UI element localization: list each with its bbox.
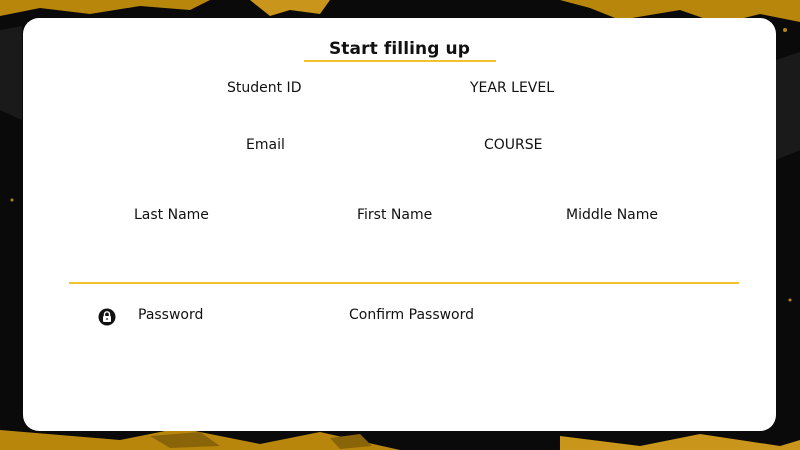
confirm-password-field: Confirm Password — [349, 303, 509, 345]
form-title: Start filling up — [328, 39, 471, 59]
lock-icon — [98, 308, 116, 326]
year-level-field: YEAR LEVEL — [470, 76, 630, 118]
first-name-input[interactable] — [357, 225, 517, 245]
email-field: Email — [246, 133, 406, 175]
student-id-input[interactable] — [227, 98, 387, 118]
password-input[interactable] — [138, 325, 298, 345]
course-field: COURSE — [484, 133, 644, 175]
course-input[interactable] — [484, 155, 644, 175]
first-name-field: First Name — [357, 203, 517, 245]
last-name-input[interactable] — [134, 225, 294, 245]
email-label: Email — [246, 137, 285, 153]
confirm-password-input[interactable] — [349, 325, 509, 345]
password-label: Password — [138, 307, 204, 323]
last-name-field: Last Name — [134, 203, 294, 245]
year-level-label: YEAR LEVEL — [470, 80, 555, 96]
course-label: COURSE — [484, 137, 543, 153]
middle-name-label: Middle Name — [566, 207, 658, 223]
title-underline — [304, 60, 496, 62]
first-name-label: First Name — [357, 207, 433, 223]
year-level-input[interactable] — [470, 98, 630, 118]
student-id-field: Student ID — [227, 76, 387, 118]
middle-name-field: Middle Name — [566, 203, 726, 245]
middle-name-input[interactable] — [566, 225, 726, 245]
section-divider — [69, 282, 739, 284]
password-field: Password — [138, 303, 298, 345]
email-input[interactable] — [246, 155, 406, 175]
student-id-label: Student ID — [227, 80, 302, 96]
confirm-password-label: Confirm Password — [349, 307, 475, 323]
signup-card: Start filling up Student ID YEAR LEVEL E… — [23, 18, 776, 431]
last-name-label: Last Name — [134, 207, 209, 223]
